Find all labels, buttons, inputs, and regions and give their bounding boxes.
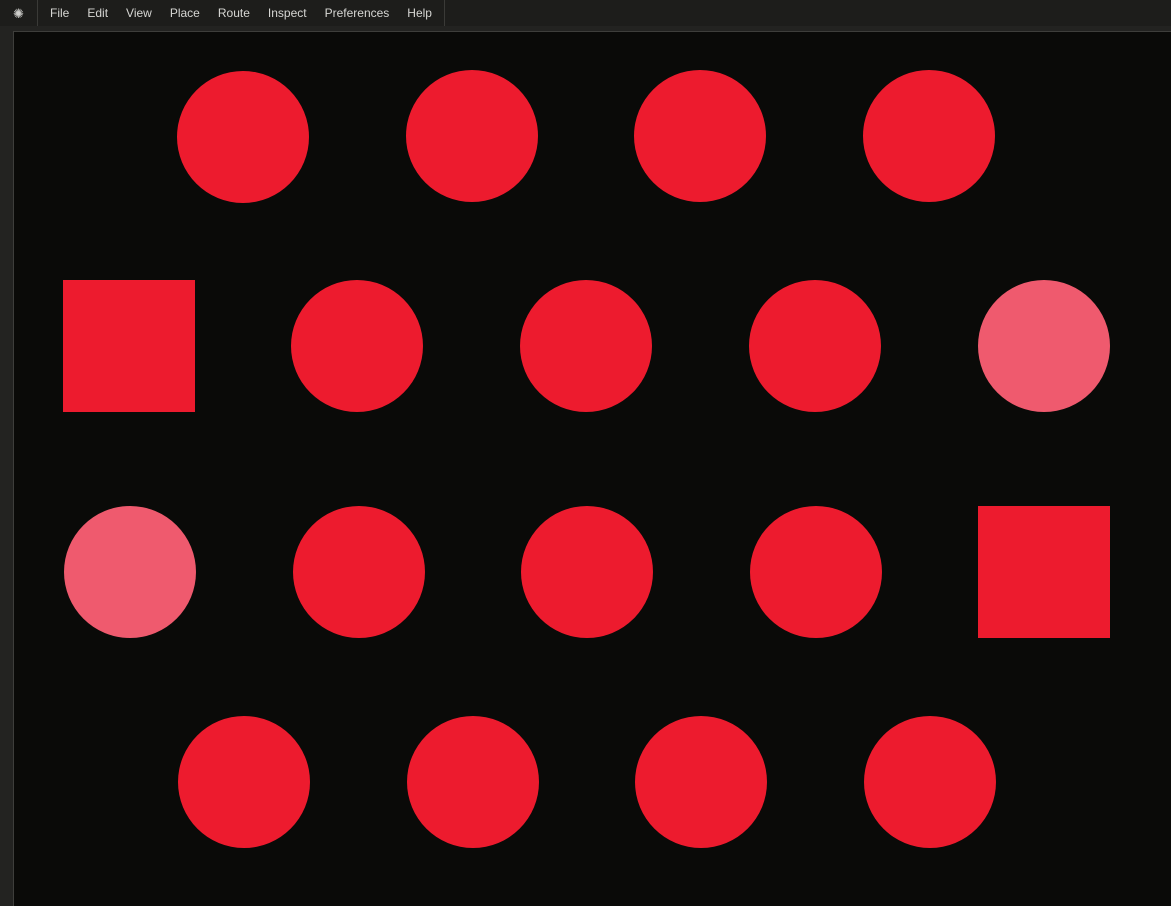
menu-item-route[interactable]: Route xyxy=(209,0,259,26)
pad-circle[interactable] xyxy=(635,716,767,848)
pad-circle[interactable] xyxy=(634,70,766,202)
pad-circle[interactable] xyxy=(178,716,310,848)
left-gutter xyxy=(0,26,13,906)
pad-circle[interactable] xyxy=(864,716,996,848)
pad-square[interactable] xyxy=(978,506,1110,638)
pad-circle-highlighted[interactable] xyxy=(64,506,196,638)
menu-bar: ✺ FileEditViewPlaceRouteInspectPreferenc… xyxy=(0,0,1171,26)
pad-circle[interactable] xyxy=(293,506,425,638)
pad-circle[interactable] xyxy=(521,506,653,638)
pad-circle[interactable] xyxy=(177,71,309,203)
menu-item-edit[interactable]: Edit xyxy=(78,0,117,26)
menu-item-view[interactable]: View xyxy=(117,0,161,26)
menu-item-help[interactable]: Help xyxy=(398,0,441,26)
pad-circle[interactable] xyxy=(863,70,995,202)
pad-square[interactable] xyxy=(63,280,195,412)
app-icon-cell: ✺ xyxy=(0,0,38,26)
pad-circle[interactable] xyxy=(520,280,652,412)
pcb-canvas[interactable] xyxy=(13,31,1171,906)
menu-item-file[interactable]: File xyxy=(41,0,78,26)
menu-item-inspect[interactable]: Inspect xyxy=(259,0,316,26)
pad-circle[interactable] xyxy=(750,506,882,638)
menu-divider xyxy=(444,0,445,26)
pad-circle[interactable] xyxy=(407,716,539,848)
menu-item-preferences[interactable]: Preferences xyxy=(316,0,399,26)
pad-circle[interactable] xyxy=(406,70,538,202)
pad-circle[interactable] xyxy=(749,280,881,412)
menu-items: FileEditViewPlaceRouteInspectPreferences… xyxy=(38,0,441,26)
menu-item-place[interactable]: Place xyxy=(161,0,209,26)
pad-circle[interactable] xyxy=(291,280,423,412)
app-sunburst-icon: ✺ xyxy=(13,7,24,20)
pad-circle-highlighted[interactable] xyxy=(978,280,1110,412)
